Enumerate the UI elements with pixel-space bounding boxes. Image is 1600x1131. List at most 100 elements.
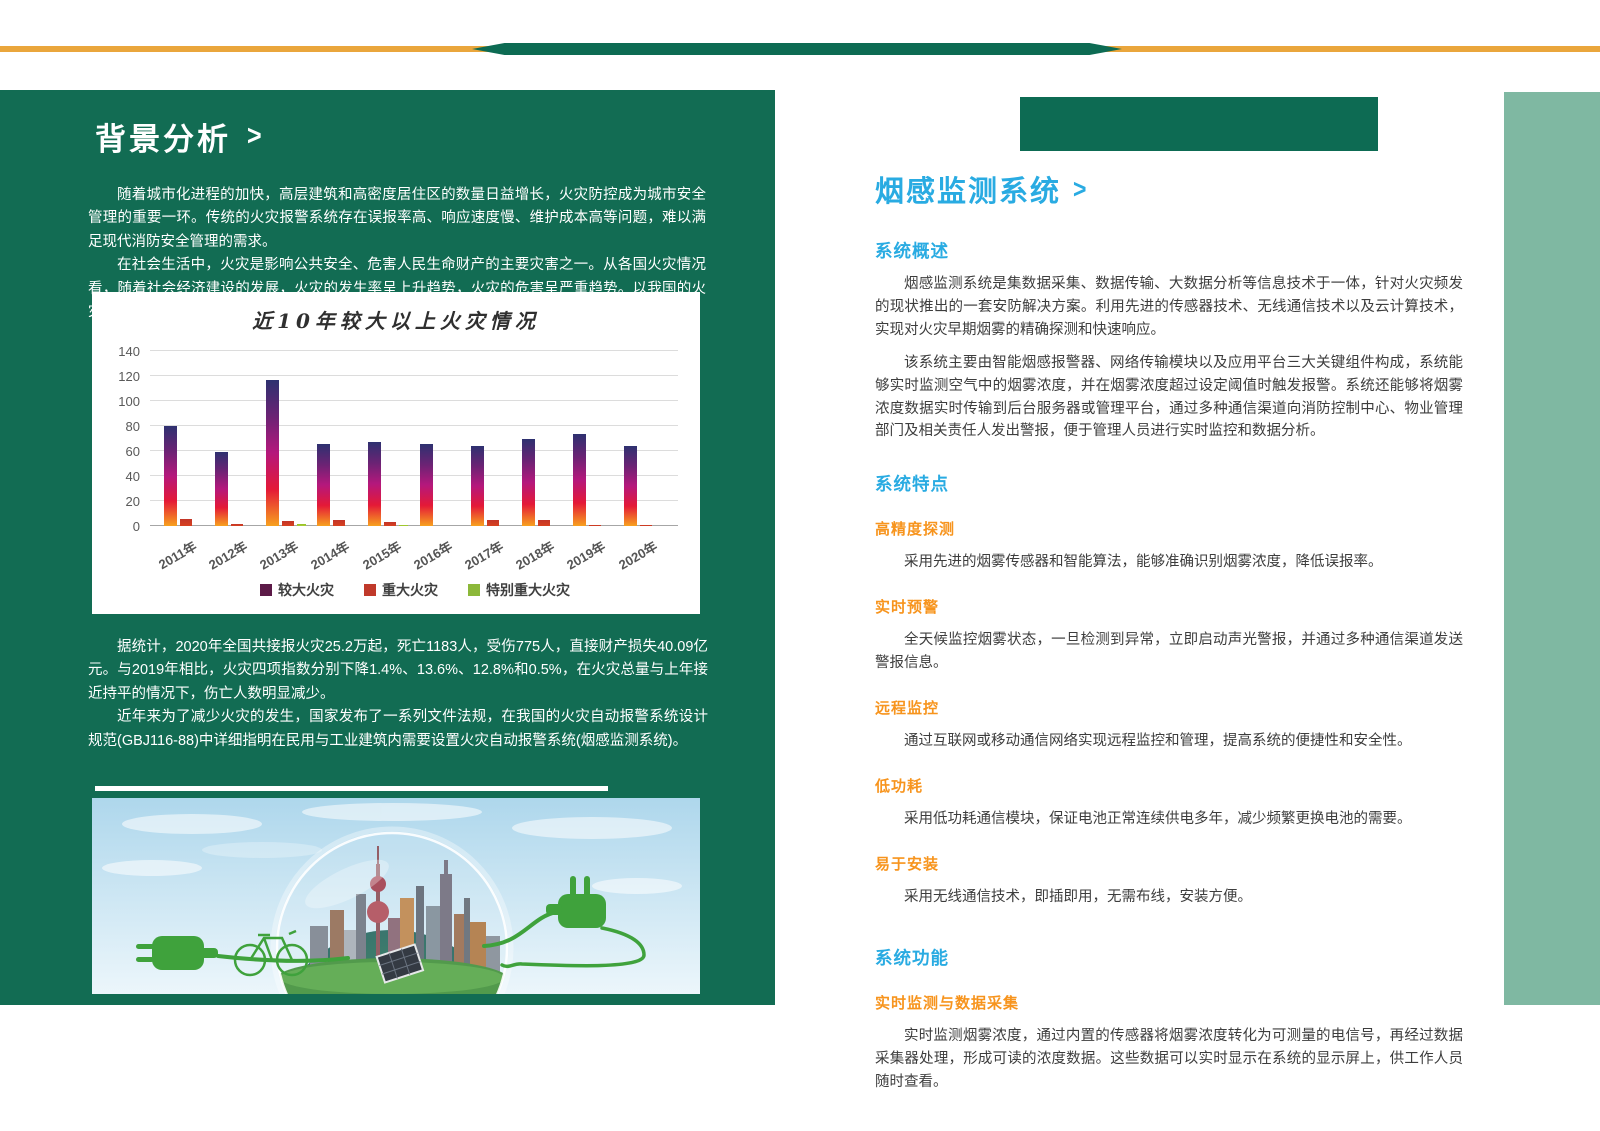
- legend-swatch: [364, 584, 376, 596]
- x-axis-tick: 2018年: [512, 536, 558, 573]
- legend-swatch: [468, 584, 480, 596]
- chart-plot-area: 020406080100120140 2011年2012年2013年2014年2…: [150, 351, 678, 526]
- bar-group: 2011年: [158, 351, 209, 526]
- overview-paragraph: 烟感监测系统是集数据采集、数据传输、大数据分析等信息技术于一体，针对火灾频发的现…: [875, 273, 1463, 342]
- sage-side-strip: [1504, 92, 1600, 1005]
- y-axis-tick: 100: [100, 394, 140, 409]
- y-axis-tick: 0: [100, 519, 140, 534]
- bar-重大火灾: [333, 520, 345, 526]
- x-axis-tick: 2019年: [563, 536, 609, 573]
- top-green-ribbon: [472, 43, 1122, 55]
- bar-较大火灾: [266, 380, 279, 526]
- legend-item: 特别重大火灾: [468, 580, 570, 600]
- bar-group: 2012年: [209, 351, 260, 526]
- bar-特别重大火灾: [399, 525, 408, 526]
- left-panel-title-text: 背景分析: [95, 114, 231, 159]
- left-panel-title: 背景分析 >: [95, 114, 265, 159]
- stats-paragraph: 据统计，2020年全国共接报火灾25.2万起，死亡1183人，受伤775人，直接…: [88, 636, 708, 706]
- feature-body: 通过互联网或移动通信网络实现远程监控和管理，提高系统的便捷性和安全性。: [875, 730, 1463, 753]
- bar-重大火灾: [180, 519, 192, 527]
- feature-body: 实时监测烟雾浓度，通过内置的传感器将烟雾浓度转化为可测量的电信号，再经过数据采集…: [875, 1025, 1463, 1094]
- bar-较大火灾: [215, 452, 228, 526]
- y-axis-tick: 140: [100, 344, 140, 359]
- x-axis-tick: 2014年: [307, 536, 353, 573]
- legend-item: 较大火灾: [260, 580, 334, 600]
- right-section-title: 烟感监测系统 >: [875, 168, 1463, 210]
- feature-title: 远程监控: [875, 697, 1463, 718]
- x-axis-tick: 2011年: [154, 536, 199, 573]
- legend-label: 特别重大火灾: [486, 580, 570, 600]
- bar-重大火灾: [231, 524, 243, 527]
- divider-line: [95, 786, 608, 791]
- legend-item: 重大火灾: [364, 580, 438, 600]
- bar-较大火灾: [164, 426, 177, 526]
- x-axis-tick: 2012年: [205, 536, 251, 573]
- y-axis-tick: 20: [100, 494, 140, 509]
- background-analysis-panel: 背景分析 > 随着城市化进程的加快，高层建筑和高密度居住区的数量日益增长，火灾防…: [0, 90, 775, 1005]
- feature-body: 采用先进的烟雾传感器和智能算法，能够准确识别烟雾浓度，降低误报率。: [875, 551, 1463, 574]
- statistics-paragraphs: 据统计，2020年全国共接报火灾25.2万起，死亡1183人，受伤775人，直接…: [88, 636, 708, 753]
- smoke-monitoring-section: 烟感监测系统 > 系统概述 烟感监测系统是集数据采集、数据传输、大数据分析等信息…: [875, 168, 1463, 1094]
- functions-heading: 系统功能: [875, 945, 1463, 970]
- x-axis-tick: 2017年: [461, 536, 507, 573]
- bar-较大火灾: [471, 446, 484, 526]
- feature-title: 低功耗: [875, 775, 1463, 796]
- green-accent-block: [1020, 97, 1378, 151]
- y-axis-tick: 60: [100, 444, 140, 459]
- eco-city-svg: [92, 798, 700, 994]
- bar-较大火灾: [573, 434, 586, 527]
- feature-body: 采用低功耗通信模块，保证电池正常连续供电多年，减少频繁更换电池的需要。: [875, 808, 1463, 831]
- feature-title: 高精度探测: [875, 518, 1463, 539]
- bar-重大火灾: [384, 522, 396, 526]
- bar-重大火灾: [589, 525, 601, 526]
- feature-title: 实时监测与数据采集: [875, 992, 1463, 1013]
- overview-paragraph: 该系统主要由智能烟感报警器、网络传输模块以及应用平台三大关键组件构成，系统能够实…: [875, 352, 1463, 444]
- eco-city-illustration: [92, 798, 700, 994]
- bar-group: 2020年: [619, 351, 670, 526]
- feature-body: 采用无线通信技术，即插即用，无需布线，安装方便。: [875, 886, 1463, 909]
- functions-list: 实时监测与数据采集实时监测烟雾浓度，通过内置的传感器将烟雾浓度转化为可测量的电信…: [875, 992, 1463, 1094]
- x-axis-tick: 2016年: [409, 536, 455, 573]
- chart-bars: 2011年2012年2013年2014年2015年2016年2017年2018年…: [150, 351, 678, 526]
- bar-较大火灾: [317, 444, 330, 527]
- bar-group: 2018年: [516, 351, 567, 526]
- bar-group: 2017年: [465, 351, 516, 526]
- feature-title: 实时预警: [875, 596, 1463, 617]
- brochure-page: 背景分析 > 随着城市化进程的加快，高层建筑和高密度居住区的数量日益增长，火灾防…: [0, 0, 1600, 1131]
- bar-特别重大火灾: [297, 524, 306, 526]
- feature-title: 易于安装: [875, 853, 1463, 874]
- bar-较大火灾: [624, 446, 637, 526]
- bar-group: 2019年: [568, 351, 619, 526]
- intro-paragraph: 随着城市化进程的加快，高层建筑和高密度居住区的数量日益增长，火灾防控成为城市安全…: [88, 184, 706, 254]
- x-axis-tick: 2015年: [358, 536, 404, 573]
- stats-paragraph: 近年来为了减少火灾的发生，国家发布了一系列文件法规，在我国的火灾自动报警系统设计…: [88, 706, 708, 753]
- right-section-title-text: 烟感监测系统: [875, 168, 1061, 210]
- overview-heading: 系统概述: [875, 238, 1463, 263]
- features-list: 高精度探测采用先进的烟雾传感器和智能算法，能够准确识别烟雾浓度，降低误报率。实时…: [875, 518, 1463, 908]
- legend-label: 较大火灾: [278, 580, 334, 600]
- legend-label: 重大火灾: [382, 580, 438, 600]
- legend-swatch: [260, 584, 272, 596]
- bar-group: 2014年: [312, 351, 363, 526]
- bar-重大火灾: [487, 520, 499, 526]
- features-heading: 系统特点: [875, 471, 1463, 496]
- bar-group: 2016年: [414, 351, 465, 526]
- bar-较大火灾: [368, 442, 381, 526]
- bar-较大火灾: [420, 444, 433, 527]
- bar-较大火灾: [522, 439, 535, 527]
- x-axis-tick: 2013年: [256, 536, 302, 573]
- y-axis-tick: 120: [100, 369, 140, 384]
- chart-legend: 较大火灾 重大火灾 特别重大火灾: [150, 580, 680, 600]
- bar-group: 2015年: [363, 351, 414, 526]
- y-axis-tick: 40: [100, 469, 140, 484]
- bar-重大火灾: [640, 525, 652, 526]
- fire-statistics-chart: 近10年较大以上火灾情况 020406080100120140 2011年201…: [92, 292, 700, 614]
- bar-重大火灾: [538, 520, 550, 526]
- x-axis-tick: 2020年: [614, 536, 660, 573]
- feature-body: 全天候监控烟雾状态，一旦检测到异常，立即启动声光警报，并通过多种通信渠道发送警报…: [875, 629, 1463, 675]
- chevron-right-icon: >: [247, 120, 265, 153]
- chevron-right-icon: >: [1073, 173, 1088, 204]
- bar-重大火灾: [282, 521, 294, 526]
- chart-title: 近10年较大以上火灾情况: [92, 292, 700, 334]
- y-axis-tick: 80: [100, 419, 140, 434]
